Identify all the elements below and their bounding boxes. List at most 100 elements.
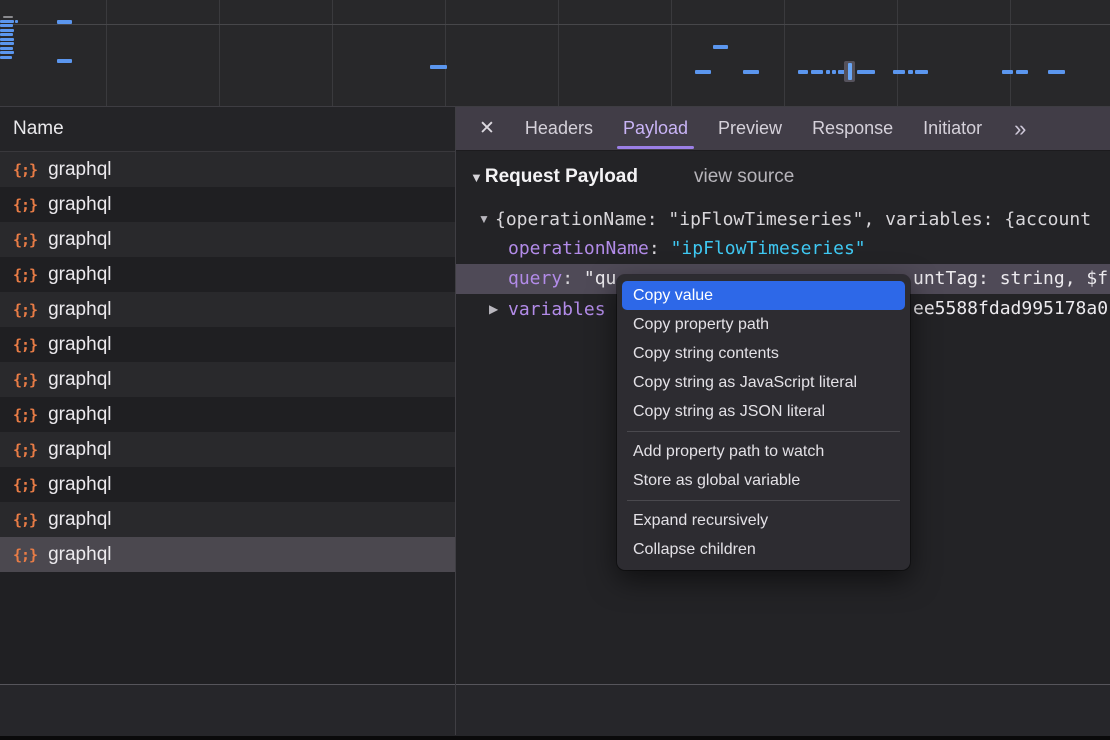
fetch-json-icon: {;} <box>13 406 37 424</box>
fetch-json-icon: {;} <box>13 371 37 389</box>
request-name: graphql <box>48 369 111 391</box>
tab-headers[interactable]: Headers <box>525 118 593 139</box>
overview-request-bar <box>1016 70 1028 74</box>
overview-request-bar <box>713 45 728 49</box>
overview-gridline <box>671 0 672 106</box>
tab-response[interactable]: Response <box>812 118 893 139</box>
overview-selected-bar <box>848 63 852 80</box>
fetch-json-icon: {;} <box>13 196 37 214</box>
overview-request-bar <box>0 29 14 32</box>
request-row[interactable]: {;} graphql <box>0 257 455 292</box>
overview-request-bar <box>57 20 72 24</box>
overview-request-bar <box>0 56 12 59</box>
tab-payload[interactable]: Payload <box>623 118 688 139</box>
name-column-header[interactable]: Name <box>0 107 455 152</box>
property-key: operationName <box>508 238 649 259</box>
menu-item[interactable]: Expand recursively <box>617 506 910 535</box>
tree-expanded-icon[interactable]: ▼ <box>478 204 495 234</box>
overview-request-bar <box>0 20 14 23</box>
request-row[interactable]: {;}graphql <box>0 397 455 432</box>
menu-item[interactable]: Copy string as JSON literal <box>617 397 910 426</box>
section-title: Request Payload <box>485 166 638 188</box>
overview-request-bar <box>695 70 711 74</box>
overview-gridline <box>219 0 220 106</box>
devtools-network-window: Name {;}graphql{;}graphql{;}graphql{;}gr… <box>0 0 1110 740</box>
fetch-json-icon: {;} <box>13 266 37 284</box>
overview-request-bar <box>832 70 836 74</box>
query-value-continuation: untTag: string, $f <box>913 264 1108 294</box>
request-name: graphql <box>48 229 111 251</box>
request-list: {;} graphql {;} graphql {;} graphql {;} graphql… <box>0 152 455 572</box>
request-name: graphql <box>48 474 111 496</box>
overview-request-bar <box>0 42 14 45</box>
property-key: variables <box>508 299 606 320</box>
request-name: graphql <box>48 194 111 216</box>
fetch-json-icon: {;} <box>13 336 37 354</box>
fetch-json-icon: {;} <box>13 546 37 564</box>
overview-request-bar <box>893 70 905 74</box>
fetch-json-icon: {;} <box>13 476 37 494</box>
property-key: query <box>508 268 562 289</box>
variables-value-continuation: ee5588fdad995178a0 <box>913 294 1108 324</box>
close-icon[interactable]: ✕ <box>479 117 495 140</box>
payload-root-row[interactable]: ▼{operationName: "ipFlowTimeseries", var… <box>455 204 1110 234</box>
status-bar <box>0 685 1110 736</box>
overview-request-bar <box>0 51 14 54</box>
request-row[interactable]: {;}graphql <box>0 537 455 572</box>
request-row[interactable]: {;} graphql <box>0 362 455 397</box>
panel-splitter[interactable] <box>455 107 456 735</box>
overview-request-bar <box>0 38 14 41</box>
request-name: graphql <box>48 509 111 531</box>
section-expand-icon[interactable]: ▼ <box>470 170 483 185</box>
overview-gridline <box>445 0 446 106</box>
overview-divider-line <box>0 24 1110 25</box>
request-row[interactable]: {;} graphql <box>0 222 455 257</box>
property-value-start: "qu <box>584 268 617 289</box>
overview-gridline <box>1010 0 1011 106</box>
tree-collapsed-icon[interactable]: ▶ <box>489 294 508 324</box>
network-overview-timeline[interactable] <box>0 0 1110 107</box>
view-source-link[interactable]: view source <box>694 166 794 188</box>
menu-separator <box>627 431 900 432</box>
requests-panel: Name {;}graphql{;}graphql{;}graphql{;}gr… <box>0 107 455 684</box>
overview-gridline <box>558 0 559 106</box>
colon: : <box>649 238 671 259</box>
context-menu: Copy valueCopy property pathCopy string … <box>617 275 910 570</box>
menu-item[interactable]: Copy string contents <box>617 339 910 368</box>
fetch-json-icon: {;} <box>13 441 37 459</box>
menu-item[interactable]: Collapse children <box>617 535 910 564</box>
menu-item[interactable]: Store as global variable <box>617 466 910 495</box>
menu-item[interactable]: Copy value <box>622 281 905 310</box>
fetch-json-icon: {;} <box>13 231 37 249</box>
request-row[interactable]: {;} graphql <box>0 467 455 502</box>
request-row[interactable]: {;} graphql <box>0 187 455 222</box>
menu-item[interactable]: Copy property path <box>617 310 910 339</box>
payload-row-operationname[interactable]: operationName: "ipFlowTimeseries" <box>455 234 1110 264</box>
menu-separator <box>627 500 900 501</box>
menu-item[interactable]: Add property path to watch <box>617 437 910 466</box>
request-row[interactable]: {;} graphql <box>0 502 455 537</box>
overview-request-bar <box>857 70 875 74</box>
request-name: graphql <box>48 334 111 356</box>
overview-request-bar <box>0 33 13 36</box>
tab-initiator[interactable]: Initiator <box>923 118 982 139</box>
overview-request-bar <box>908 70 913 74</box>
overview-request-bar <box>811 70 823 74</box>
overview-gridline <box>784 0 785 106</box>
colon: : <box>562 268 584 289</box>
tab-preview[interactable]: Preview <box>718 118 782 139</box>
request-name: graphql <box>48 439 111 461</box>
overview-gridline <box>897 0 898 106</box>
request-row[interactable]: {;}graphql <box>0 152 455 187</box>
request-row[interactable]: {;} graphql <box>0 327 455 362</box>
fetch-json-icon: {;} <box>13 161 37 179</box>
request-row[interactable]: {;} graphql <box>0 432 455 467</box>
property-value: "ipFlowTimeseries" <box>671 238 866 259</box>
more-tabs-icon[interactable]: » <box>1014 116 1026 142</box>
request-name: graphql <box>48 264 111 286</box>
menu-item[interactable]: Copy string as JavaScript literal <box>617 368 910 397</box>
request-row[interactable]: {;}graphql <box>0 292 455 327</box>
overview-request-bar <box>0 24 13 27</box>
fetch-json-icon: {;} <box>13 511 37 529</box>
overview-request-bar <box>1002 70 1013 74</box>
